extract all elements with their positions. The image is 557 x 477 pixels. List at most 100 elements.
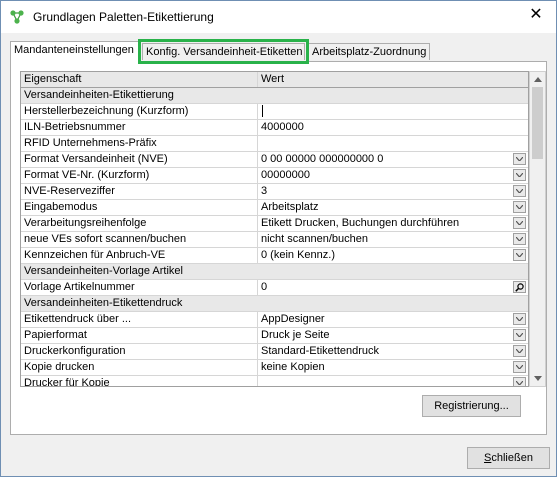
property-value-cell[interactable]: 4000000: [258, 120, 528, 135]
property-row[interactable]: neue VEs sofort scannen/buchen nicht scan…: [21, 232, 528, 248]
property-name: NVE-Reserveziffer: [21, 184, 258, 199]
property-value-cell[interactable]: Druck je Seite: [258, 328, 528, 343]
property-name: Herstellerbezeichnung (Kurzform): [21, 104, 258, 119]
section-row: Versandeinheiten-Etikettendruck: [21, 296, 528, 312]
property-grid: Eigenschaft Wert Versandeinheiten-Etiket…: [20, 71, 529, 387]
property-value: AppDesigner: [261, 313, 325, 325]
registrierung-button[interactable]: Registrierung...: [422, 395, 521, 417]
property-name: RFID Unternehmens-Präfix: [21, 136, 258, 151]
property-name: neue VEs sofort scannen/buchen: [21, 232, 258, 247]
magnifier-icon[interactable]: [513, 281, 526, 293]
column-header-wert: Wert: [261, 73, 285, 85]
property-row[interactable]: Kennzeichen für Anbruch-VE 0 (kein Kennz.…: [21, 248, 528, 264]
close-icon[interactable]: ✕: [526, 5, 546, 25]
property-value-cell[interactable]: keine Kopien: [258, 360, 528, 375]
property-row[interactable]: Drucker für Kopie: [21, 376, 528, 386]
app-icon: [9, 9, 25, 25]
chevron-down-icon[interactable]: [513, 249, 526, 261]
property-row[interactable]: Verarbeitungsreihenfolge Etikett Drucken,…: [21, 216, 528, 232]
tab-arbeitsplatz-zuordnung[interactable]: Arbeitsplatz-Zuordnung: [308, 43, 430, 60]
property-value-cell[interactable]: nicht scannen/buchen: [258, 232, 528, 247]
chevron-down-icon[interactable]: [513, 377, 526, 386]
property-value-cell[interactable]: 0 (kein Kennz.): [258, 248, 528, 263]
property-value: Etikett Drucken, Buchungen durchführen: [261, 217, 460, 229]
property-row[interactable]: Kopie drucken keine Kopien: [21, 360, 528, 376]
property-row[interactable]: ILN-Betriebsnummer 4000000: [21, 120, 528, 136]
property-name: Format Versandeinheit (NVE): [21, 152, 258, 167]
property-name: Etikettendruck über ...: [21, 312, 258, 327]
property-value-cell[interactable]: 0 00 00000 000000000 0: [258, 152, 528, 167]
section-row: Versandeinheiten-Vorlage Artikel: [21, 264, 528, 280]
property-row[interactable]: RFID Unternehmens-Präfix: [21, 136, 528, 152]
property-value-cell[interactable]: 0: [258, 280, 528, 295]
chevron-down-icon[interactable]: [513, 201, 526, 213]
property-value: keine Kopien: [261, 361, 325, 373]
property-value: 4000000: [261, 121, 304, 133]
property-value-cell[interactable]: [258, 104, 528, 119]
property-name: Druckerkonfiguration: [21, 344, 258, 359]
dialog-window: Grundlagen Paletten-Etikettierung ✕ Mand…: [0, 0, 557, 477]
property-name: Papierformat: [21, 328, 258, 343]
property-row[interactable]: Etikettendruck über ... AppDesigner: [21, 312, 528, 328]
chevron-down-icon[interactable]: [513, 313, 526, 325]
property-value: 3: [261, 185, 268, 197]
property-row[interactable]: Herstellerbezeichnung (Kurzform): [21, 104, 528, 120]
property-value-cell[interactable]: Etikett Drucken, Buchungen durchführen: [258, 216, 528, 231]
tab-mandanteneinstellungen[interactable]: Mandanteneinstellungen: [10, 41, 139, 62]
scroll-down-icon[interactable]: [530, 371, 545, 386]
section-row: Versandeinheiten-Etikettierung: [21, 88, 528, 104]
section-label: Versandeinheiten-Etikettierung: [24, 89, 174, 101]
property-row[interactable]: NVE-Reserveziffer 3: [21, 184, 528, 200]
property-value: 0 00 00000 000000000 0: [261, 153, 384, 165]
text-cursor: [262, 105, 263, 117]
property-value-cell[interactable]: 00000000: [258, 168, 528, 183]
column-header-eigenschaft: Eigenschaft: [21, 72, 258, 87]
property-name: Drucker für Kopie: [21, 376, 258, 386]
property-name: Kennzeichen für Anbruch-VE: [21, 248, 258, 263]
property-row[interactable]: Vorlage Artikelnummer 0: [21, 280, 528, 296]
chevron-down-icon[interactable]: [513, 185, 526, 197]
section-label: Versandeinheiten-Etikettendruck: [24, 297, 183, 309]
property-value-cell[interactable]: Arbeitsplatz: [258, 200, 528, 215]
property-name: Verarbeitungsreihenfolge: [21, 216, 258, 231]
property-row[interactable]: Format Versandeinheit (NVE) 0 00 00000 00…: [21, 152, 528, 168]
vertical-scrollbar[interactable]: [529, 71, 546, 387]
tab-panel: Eigenschaft Wert Versandeinheiten-Etiket…: [10, 61, 547, 435]
chevron-down-icon[interactable]: [513, 361, 526, 373]
scroll-up-icon[interactable]: [530, 72, 545, 87]
property-value: 0: [261, 281, 268, 293]
close-label-rest: chließen: [491, 452, 533, 464]
tab-strip: Mandanteneinstellungen Konfig. Versandei…: [10, 39, 550, 64]
property-value: Druck je Seite: [261, 329, 330, 341]
property-name: ILN-Betriebsnummer: [21, 120, 258, 135]
chevron-down-icon[interactable]: [513, 169, 526, 181]
property-value-cell[interactable]: 3: [258, 184, 528, 199]
property-value: nicht scannen/buchen: [261, 233, 369, 245]
tab-konfig-versandeinheit-etiketten[interactable]: Konfig. Versandeinheit-Etiketten: [138, 39, 309, 64]
property-value-cell[interactable]: AppDesigner: [258, 312, 528, 327]
property-value: Standard-Etikettendruck: [261, 345, 380, 357]
property-value-cell[interactable]: [258, 376, 528, 386]
property-name: Vorlage Artikelnummer: [21, 280, 258, 295]
chevron-down-icon[interactable]: [513, 217, 526, 229]
chevron-down-icon[interactable]: [513, 329, 526, 341]
chevron-down-icon[interactable]: [513, 233, 526, 245]
property-value: 00000000: [261, 169, 310, 181]
chevron-down-icon[interactable]: [513, 153, 526, 165]
chevron-down-icon[interactable]: [513, 345, 526, 357]
property-value-cell[interactable]: [258, 136, 528, 151]
property-row[interactable]: Format VE-Nr. (Kurzform) 00000000: [21, 168, 528, 184]
property-value: 0 (kein Kennz.): [261, 249, 335, 261]
property-value: Arbeitsplatz: [261, 201, 319, 213]
property-value-cell[interactable]: Standard-Etikettendruck: [258, 344, 528, 359]
property-name: Kopie drucken: [21, 360, 258, 375]
title-bar: Grundlagen Paletten-Etikettierung ✕: [1, 1, 556, 33]
window-title: Grundlagen Paletten-Etikettierung: [33, 10, 214, 24]
property-row[interactable]: Papierformat Druck je Seite: [21, 328, 528, 344]
schliessen-button[interactable]: Schließen: [467, 447, 550, 469]
property-name: Eingabemodus: [21, 200, 258, 215]
property-row[interactable]: Druckerkonfiguration Standard-Etikettendr…: [21, 344, 528, 360]
scroll-thumb[interactable]: [532, 87, 543, 159]
property-row[interactable]: Eingabemodus Arbeitsplatz: [21, 200, 528, 216]
property-name: Format VE-Nr. (Kurzform): [21, 168, 258, 183]
